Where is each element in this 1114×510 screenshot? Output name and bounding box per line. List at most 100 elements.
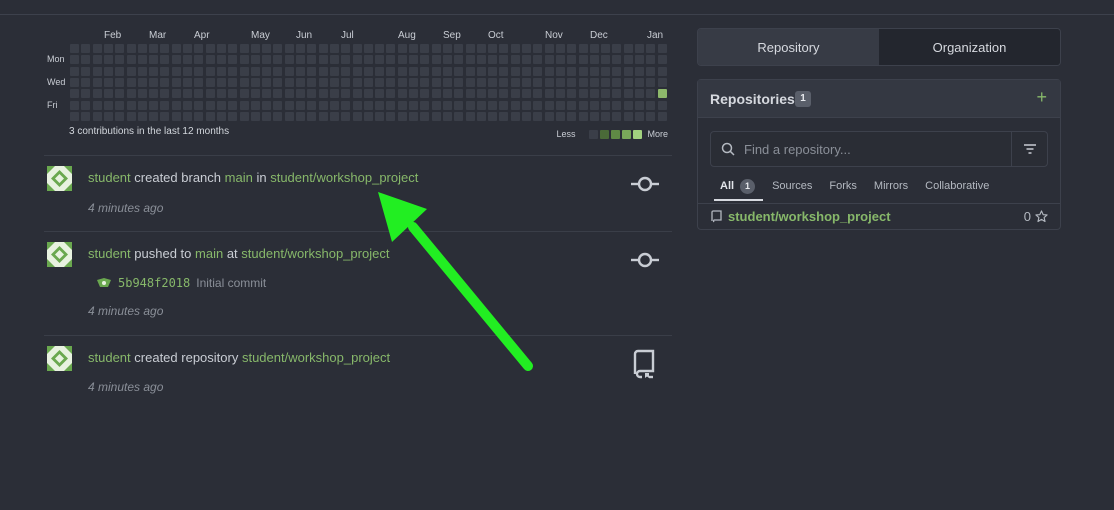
feed-text: student created branch main in student/w… [88, 170, 418, 185]
heatmap-cell [296, 77, 305, 87]
branch-link[interactable]: main [225, 170, 253, 185]
heatmap-cell [352, 44, 362, 53]
heatmap-cell [137, 44, 147, 53]
heatmap-cell [589, 89, 599, 99]
heatmap-cell [363, 89, 373, 99]
tab-organization[interactable]: Organization [879, 29, 1060, 65]
avatar[interactable] [47, 242, 72, 267]
subtab-mirrors[interactable]: Mirrors [874, 180, 908, 192]
git-commit-icon [631, 176, 659, 192]
repo-list-item[interactable]: student/workshop_project 0 [698, 203, 1060, 229]
heatmap-cell [70, 111, 79, 121]
subtab-collaborative[interactable]: Collaborative [925, 180, 989, 192]
repo-link[interactable]: student/workshop_project [241, 246, 389, 261]
filter-button[interactable] [1011, 131, 1048, 167]
heatmap-cell [567, 89, 577, 99]
month-label: Sep [443, 30, 461, 41]
heatmap-cell [205, 100, 215, 110]
heatmap-cell [92, 44, 102, 53]
avatar[interactable] [47, 346, 72, 371]
heatmap-cell [420, 55, 430, 65]
repo-name-link[interactable]: student/workshop_project [728, 209, 891, 224]
heatmap-cell [115, 55, 125, 65]
branch-link[interactable]: main [195, 246, 223, 261]
heatmap-cell [420, 100, 430, 110]
heatmap-cell [149, 44, 159, 53]
heatmap-cell [318, 77, 328, 87]
heatmap-cell [250, 55, 260, 65]
heatmap-cell [386, 44, 396, 53]
heatmap-cell [522, 89, 531, 99]
feed-item: student created repository student/works… [44, 335, 672, 405]
heatmap-cell [92, 66, 102, 76]
heatmap-cell [442, 77, 452, 87]
heatmap-cell [341, 55, 351, 65]
tab-repository[interactable]: Repository [698, 29, 879, 65]
heatmap-cell [250, 66, 260, 76]
legend-less-label: Less [556, 129, 576, 139]
heatmap-cell [183, 66, 192, 76]
heatmap-cell [409, 100, 418, 110]
feed-text: student created repository student/works… [88, 350, 390, 365]
subtab-forks[interactable]: Forks [829, 180, 857, 192]
heatmap-cell [228, 77, 238, 87]
heatmap-cell [510, 100, 520, 110]
heatmap-cell [601, 66, 611, 76]
heatmap-cell [555, 100, 565, 110]
heatmap-cell [397, 77, 407, 87]
subtab-all[interactable]: All 1 [713, 178, 764, 201]
heatmap-cell [646, 111, 656, 121]
actor-link[interactable]: student [88, 350, 131, 365]
heatmap-cell [623, 100, 633, 110]
heatmap-cell [228, 55, 238, 65]
heatmap-cell [578, 66, 588, 76]
heatmap-cell [318, 89, 328, 99]
heatmap-cell [307, 55, 317, 65]
commit-sha-link[interactable]: 5b948f2018 [118, 276, 190, 290]
heatmap-cell [409, 111, 418, 121]
commit-message: Initial commit [196, 276, 267, 290]
heatmap-cell [273, 100, 283, 110]
heatmap-cell [228, 111, 238, 121]
heatmap-cell [352, 89, 362, 99]
search-input[interactable] [744, 132, 1004, 166]
heatmap-cell [103, 77, 113, 87]
heatmap-cell [126, 100, 136, 110]
heatmap-cell [612, 77, 622, 87]
heatmap-cell [555, 89, 565, 99]
heatmap-cell [284, 111, 294, 121]
heatmap-cell [476, 111, 486, 121]
add-repository-button[interactable]: + [1036, 88, 1047, 106]
heatmap-cell [171, 89, 181, 99]
heatmap-cell [589, 77, 599, 87]
heatmap-cell [318, 100, 328, 110]
heatmap-cell [442, 89, 452, 99]
heatmap-cell [92, 100, 102, 110]
heatmap-cell [81, 66, 91, 76]
day-label: Wed [47, 77, 66, 87]
heatmap-cell [488, 66, 498, 76]
heatmap-cell [329, 89, 339, 99]
heatmap-cell [171, 55, 181, 65]
heatmap-cell [273, 44, 283, 53]
heatmap-cell [296, 66, 305, 76]
heatmap-cell [307, 77, 317, 87]
heatmap-cell [499, 55, 509, 65]
heatmap-cell [601, 44, 611, 53]
repo-link[interactable]: student/workshop_project [242, 350, 390, 365]
repo-link[interactable]: student/workshop_project [270, 170, 418, 185]
actor-link[interactable]: student [88, 170, 131, 185]
heatmap-cell [329, 44, 339, 53]
heatmap-cell [375, 66, 385, 76]
avatar[interactable] [47, 166, 72, 191]
actor-link[interactable]: student [88, 246, 131, 261]
heatmap-cell [284, 77, 294, 87]
heatmap-cell [476, 55, 486, 65]
heatmap-cell [239, 77, 249, 87]
subtab-sources[interactable]: Sources [772, 180, 812, 192]
heatmap-cell [510, 77, 520, 87]
heatmap-cell [578, 111, 588, 121]
heatmap-cell [352, 111, 362, 121]
feed-text: student pushed to main at student/worksh… [88, 246, 389, 261]
heatmap-cell [171, 111, 181, 121]
